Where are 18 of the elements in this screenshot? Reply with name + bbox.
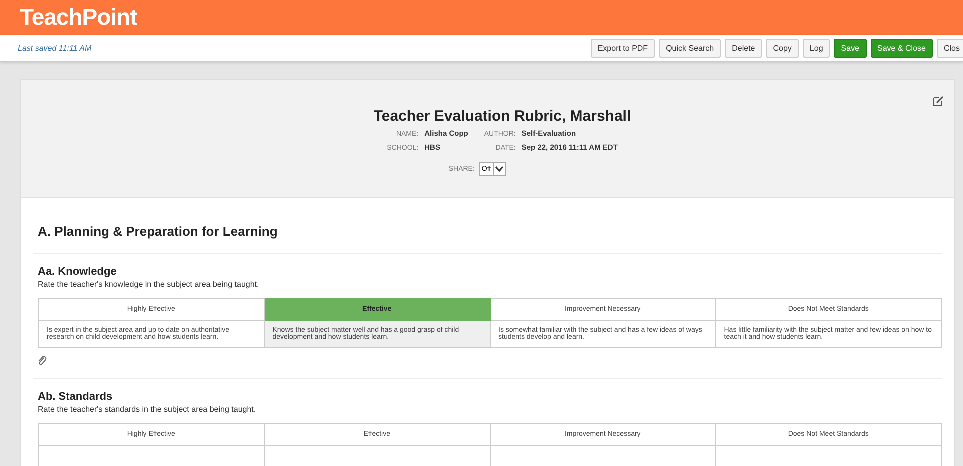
section-title: A. Planning & Preparation for Learning	[33, 198, 942, 254]
toolbar-button[interactable]: Copy	[766, 38, 799, 58]
toolbar-button[interactable]: Clos	[936, 38, 963, 58]
edit-icon[interactable]	[933, 96, 944, 107]
criterion-prompt: Rate the teacher's knowledge in the subject area being taught.	[38, 280, 260, 289]
toolbar-button[interactable]: Log	[802, 38, 830, 58]
toolbar-button[interactable]: Delete	[725, 38, 762, 58]
toolbar-button[interactable]: Save & Close	[870, 38, 933, 58]
save-status: Last saved 11:11 AM	[18, 44, 93, 52]
toolbar-button[interactable]: Quick Search	[659, 38, 722, 58]
form-title: Teacher Evaluation Rubric, Marshall	[374, 108, 632, 125]
caret-icon[interactable]	[493, 163, 506, 175]
toolbar-button[interactable]: Save	[834, 38, 867, 58]
paperclip-icon[interactable]	[38, 356, 47, 366]
criterion-prompt: Rate the teacher's standards in the subject area being taught.	[38, 405, 258, 414]
criterion-title: Ab. Standards	[38, 391, 114, 403]
toolbar-button[interactable]: Export to PDF	[590, 38, 656, 58]
criterion-title: Aa. Knowledge	[38, 266, 118, 278]
